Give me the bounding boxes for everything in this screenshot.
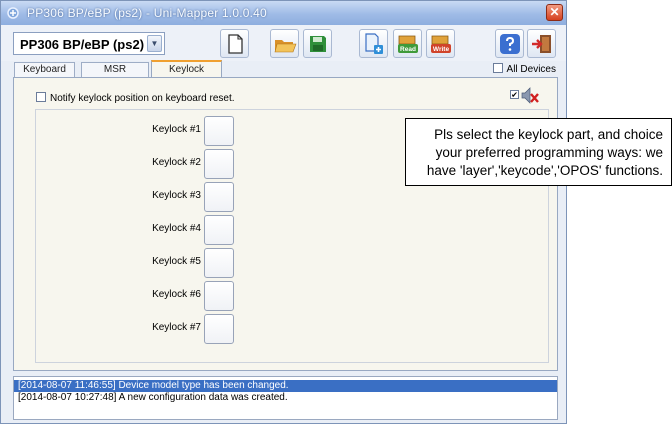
tab-bar: Keyboard MSR Keylock All Devices bbox=[1, 60, 566, 77]
add-file-button[interactable] bbox=[359, 29, 388, 58]
notify-keylock-label: Notify keylock position on keyboard rese… bbox=[50, 93, 235, 104]
help-icon bbox=[500, 34, 520, 54]
instruction-callout: Pls select the keylock part, and choice … bbox=[405, 118, 672, 186]
keylock-label: Keylock #1 bbox=[152, 124, 201, 135]
keylock-3-button[interactable] bbox=[204, 182, 234, 212]
app-window: PP306 BP/eBP (ps2) - Uni-Mapper 1.0.0.40… bbox=[0, 0, 567, 424]
write-button[interactable]: Write bbox=[426, 29, 455, 58]
all-devices-checkbox-box[interactable] bbox=[492, 63, 503, 73]
keylock-label: Keylock #3 bbox=[152, 190, 201, 201]
callout-line: your preferred programming ways: we bbox=[435, 145, 663, 160]
svg-text:Read: Read bbox=[400, 46, 416, 53]
keylock-label: Keylock #5 bbox=[152, 256, 201, 267]
add-file-icon bbox=[365, 33, 383, 54]
exit-door-icon bbox=[532, 35, 551, 53]
model-select[interactable]: PP306 BP/eBP (ps2) ▼ bbox=[13, 32, 165, 55]
new-file-icon bbox=[228, 34, 243, 54]
keylock-row: Keylock #2 bbox=[36, 149, 236, 179]
keylock-1-button[interactable] bbox=[204, 116, 234, 146]
save-icon bbox=[310, 36, 326, 52]
new-file-button[interactable] bbox=[220, 29, 249, 58]
tab-msr[interactable]: MSR bbox=[81, 62, 149, 77]
help-button[interactable] bbox=[495, 29, 524, 58]
keylock-label: Keylock #6 bbox=[152, 289, 201, 300]
write-device-icon: Write bbox=[431, 35, 451, 53]
keylock-row: Keylock #1 bbox=[36, 116, 236, 146]
exit-button[interactable] bbox=[527, 29, 556, 58]
save-button[interactable] bbox=[303, 29, 332, 58]
keylock-6-button[interactable] bbox=[204, 281, 234, 311]
all-devices-checkbox[interactable]: All Devices bbox=[492, 63, 556, 75]
keylock-5-button[interactable] bbox=[204, 248, 234, 278]
notify-keylock-checkbox-box[interactable] bbox=[36, 92, 46, 102]
keylock-2-button[interactable] bbox=[204, 149, 234, 179]
log-panel[interactable]: [2014-08-07 11:46:55] Device model type … bbox=[13, 376, 558, 420]
callout-line: Pls select the keylock part, and choice bbox=[434, 127, 663, 142]
keylock-row: Keylock #3 bbox=[36, 182, 236, 212]
log-entry[interactable]: [2014-08-07 11:46:55] Device model type … bbox=[14, 380, 557, 392]
callout-line: have 'layer','keycode','OPOS' functions. bbox=[426, 163, 663, 178]
tab-keyboard[interactable]: Keyboard bbox=[14, 62, 75, 77]
keylock-7-button[interactable] bbox=[204, 314, 234, 344]
keylock-4-button[interactable] bbox=[204, 215, 234, 245]
keylock-label: Keylock #2 bbox=[152, 157, 201, 168]
svg-text:✔: ✔ bbox=[511, 91, 518, 100]
keylock-row: Keylock #7 bbox=[36, 314, 236, 344]
keylock-row: Keylock #4 bbox=[36, 215, 236, 245]
speaker-mute-icon: ✔ bbox=[510, 87, 539, 104]
toolbar: PP306 BP/eBP (ps2) ▼ Read Write bbox=[1, 25, 566, 61]
keylock-label: Keylock #4 bbox=[152, 223, 201, 234]
model-select-value: PP306 BP/eBP (ps2) bbox=[20, 37, 145, 52]
tab-keylock[interactable]: Keylock bbox=[151, 60, 222, 77]
chevron-down-icon[interactable]: ▼ bbox=[147, 35, 162, 52]
read-button[interactable]: Read bbox=[393, 29, 422, 58]
keylock-row: Keylock #5 bbox=[36, 248, 236, 278]
app-icon bbox=[7, 7, 19, 19]
notify-keylock-checkbox[interactable]: Notify keylock position on keyboard rese… bbox=[36, 92, 235, 104]
svg-text:Write: Write bbox=[433, 46, 450, 53]
keylock-label: Keylock #7 bbox=[152, 322, 201, 333]
keylock-row: Keylock #6 bbox=[36, 281, 236, 311]
speaker-mute-toggle[interactable]: ✔ bbox=[510, 86, 540, 109]
all-devices-label: All Devices bbox=[506, 64, 556, 75]
open-folder-icon bbox=[274, 40, 297, 53]
read-device-icon: Read bbox=[398, 35, 418, 53]
close-button[interactable]: ✕ bbox=[546, 4, 563, 21]
window-title: PP306 BP/eBP (ps2) - Uni-Mapper 1.0.0.40 bbox=[27, 6, 267, 20]
title-bar: PP306 BP/eBP (ps2) - Uni-Mapper 1.0.0.40… bbox=[1, 1, 566, 25]
open-file-button[interactable] bbox=[270, 29, 299, 58]
log-entry[interactable]: [2014-08-07 10:27:48] A new configuratio… bbox=[18, 392, 288, 404]
